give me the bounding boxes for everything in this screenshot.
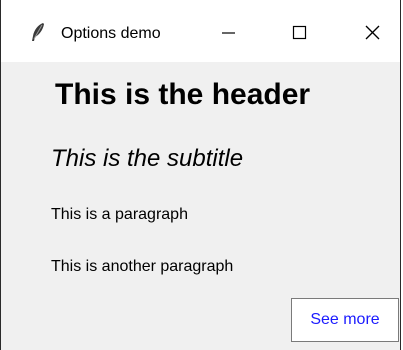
close-icon[interactable]	[350, 14, 396, 50]
page-subtitle: This is the subtitle	[51, 145, 244, 172]
page-header: This is the header	[55, 78, 311, 111]
paragraph-1: This is a paragraph	[51, 206, 188, 223]
app-window: Options demo This is the header This is …	[0, 0, 401, 350]
window-title: Options demo	[61, 25, 161, 42]
see-more-button[interactable]: See more	[291, 298, 399, 342]
feather-icon	[29, 22, 47, 42]
title-bar[interactable]: Options demo	[1, 0, 400, 62]
minimize-icon[interactable]	[205, 14, 251, 50]
paragraph-2: This is another paragraph	[51, 258, 234, 275]
maximize-icon[interactable]	[276, 14, 322, 50]
content-area: This is the header This is the subtitle …	[1, 62, 400, 350]
